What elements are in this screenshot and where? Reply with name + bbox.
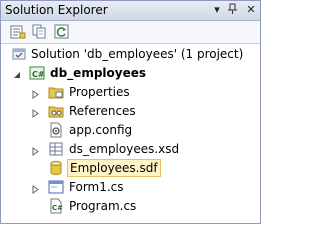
tree-item[interactable]: Form1.cs — [1, 178, 260, 197]
dropdown-icon[interactable]: ▾ — [210, 3, 224, 17]
toolbar — [1, 21, 260, 44]
properties-toolbar-button[interactable] — [9, 23, 27, 41]
properties-icon — [10, 25, 26, 39]
svg-text:C#: C# — [32, 70, 45, 79]
tree-solution-node[interactable]: Solution 'db_employees' (1 project) — [1, 45, 260, 64]
show-all-files-icon — [32, 24, 46, 39]
tree-item[interactable]: C# Program.cs — [1, 197, 260, 216]
properties-folder-icon — [48, 84, 64, 100]
csharp-file-icon: C# — [48, 198, 64, 214]
refresh-button[interactable] — [53, 23, 71, 41]
title-bar[interactable]: Solution Explorer ▾ ✕ — [1, 1, 260, 21]
references-folder-icon — [48, 103, 64, 119]
csharp-project-icon: C# — [29, 65, 45, 81]
tree-item-label: ds_employees.xsd — [69, 142, 180, 156]
tree-item[interactable]: Properties — [1, 83, 260, 102]
tree-item-label: app.config — [69, 123, 133, 137]
form-file-icon — [48, 179, 64, 195]
pin-icon[interactable] — [226, 3, 240, 17]
tree-project-node[interactable]: C# db_employees — [1, 64, 260, 83]
tree-item-label: db_employees — [50, 66, 147, 80]
tree-item-selected[interactable]: Employees.sdf — [1, 159, 260, 178]
expand-arrow-icon[interactable] — [31, 88, 40, 99]
tree-item[interactable]: ds_employees.xsd — [1, 140, 260, 159]
dataset-file-icon — [48, 141, 64, 157]
close-icon[interactable]: ✕ — [244, 3, 258, 17]
tree-item-label: Properties — [69, 85, 130, 99]
tree-item-label: Form1.cs — [69, 180, 124, 194]
tree-item[interactable]: References — [1, 102, 260, 121]
solution-explorer-window: Solution Explorer ▾ ✕ Solution 'db_emplo… — [0, 0, 261, 224]
tree-item-label: References — [69, 104, 136, 118]
solution-tree: Solution 'db_employees' (1 project) C# d… — [1, 44, 260, 223]
expand-arrow-icon[interactable] — [31, 107, 40, 118]
expand-arrow-icon[interactable] — [31, 145, 40, 156]
window-title: Solution Explorer — [5, 3, 108, 17]
database-file-icon — [48, 160, 64, 176]
tree-item-label: Program.cs — [69, 199, 137, 213]
svg-text:C#: C# — [52, 204, 63, 212]
refresh-icon — [54, 24, 69, 39]
solution-icon — [11, 46, 27, 62]
tree-item-label: Employees.sdf — [67, 159, 161, 177]
show-all-files-button[interactable] — [31, 23, 49, 41]
config-file-icon — [48, 122, 64, 138]
tree-item[interactable]: app.config — [1, 121, 260, 140]
collapse-arrow-icon[interactable] — [13, 69, 22, 78]
tree-item-label: Solution 'db_employees' (1 project) — [31, 47, 244, 61]
expand-arrow-icon[interactable] — [31, 183, 40, 194]
